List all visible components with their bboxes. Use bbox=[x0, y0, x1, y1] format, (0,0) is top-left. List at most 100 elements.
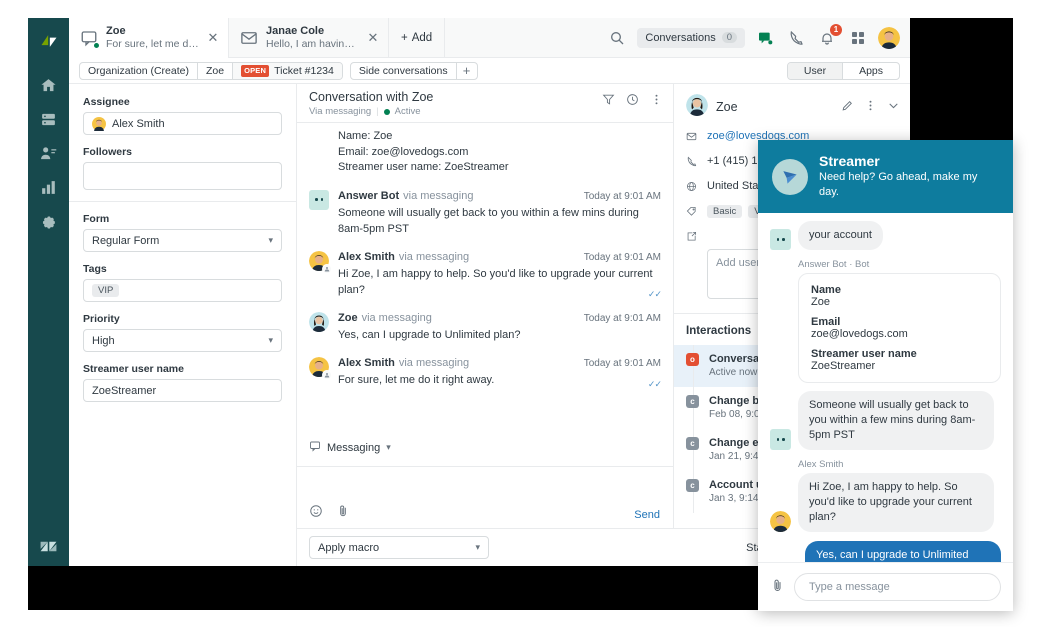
meta-line: Streamer user name: ZoeStreamer bbox=[338, 160, 661, 176]
chevron-down-icon[interactable] bbox=[887, 99, 900, 115]
conversations-pill[interactable]: Conversations 0 bbox=[637, 28, 745, 48]
more-icon[interactable] bbox=[650, 93, 663, 109]
conversation-header: Conversation with Zoe Via messaging | Ac… bbox=[297, 84, 673, 122]
emoji-icon[interactable] bbox=[309, 504, 323, 521]
message-via: via messaging bbox=[362, 312, 432, 324]
priority-label: Priority bbox=[83, 313, 282, 325]
tab-janae-cole[interactable]: Janae Cole Hello, I am having an is... ✕ bbox=[229, 18, 389, 58]
active-status-dot bbox=[384, 109, 390, 115]
avatar bbox=[770, 511, 791, 532]
sidebar-item-home[interactable] bbox=[28, 70, 69, 104]
streamer-username-label: Streamer user name bbox=[83, 363, 282, 375]
paperclip-icon[interactable] bbox=[336, 504, 350, 521]
tab-zoe[interactable]: Zoe For sure, let me do it... ✕ bbox=[69, 18, 229, 58]
streamer-username-value: ZoeStreamer bbox=[92, 385, 156, 397]
message-via: via messaging bbox=[399, 251, 469, 263]
paperclip-icon[interactable] bbox=[770, 578, 785, 596]
streamer-chat-widget: Streamer Need help? Go ahead, make my da… bbox=[758, 140, 1013, 611]
note-icon bbox=[686, 230, 698, 245]
avatar bbox=[309, 312, 329, 332]
avatar[interactable] bbox=[878, 27, 900, 49]
delivered-icon: ✓✓ bbox=[648, 379, 661, 390]
grid-icon[interactable] bbox=[847, 27, 869, 49]
message-author: Zoe bbox=[338, 312, 358, 324]
agent-badge-icon bbox=[322, 264, 332, 274]
followers-field[interactable] bbox=[83, 162, 282, 190]
message-text: For sure, let me do it right away. bbox=[338, 372, 661, 388]
message-author: Alex Smith bbox=[338, 251, 395, 263]
breadcrumb: Organization (Create) Zoe OPEN Ticket #1… bbox=[79, 62, 343, 80]
priority-select[interactable]: High ▾ bbox=[83, 329, 282, 352]
sidebar-item-admin[interactable] bbox=[28, 206, 69, 240]
add-tab-button[interactable]: + Add bbox=[389, 18, 445, 57]
widget-message-text: your account bbox=[798, 221, 883, 250]
chat-interaction-icon: c bbox=[686, 395, 699, 408]
widget-header: Streamer Need help? Go ahead, make my da… bbox=[758, 140, 1013, 213]
tabbar-spacer bbox=[445, 18, 602, 57]
bell-icon[interactable]: 1 bbox=[816, 27, 838, 49]
close-icon[interactable]: ✕ bbox=[206, 31, 220, 45]
send-button[interactable]: Send bbox=[634, 509, 660, 521]
avatar bbox=[92, 117, 106, 131]
status-badge: OPEN bbox=[241, 65, 269, 77]
email-icon bbox=[239, 28, 259, 48]
zendesk-leaf-logo[interactable] bbox=[28, 24, 69, 58]
message-time: Today at 9:01 AM bbox=[584, 358, 661, 369]
add-tab-label: Add bbox=[412, 32, 432, 44]
apply-macro-select[interactable]: Apply macro ▾ bbox=[309, 536, 489, 559]
breadcrumb-ticket[interactable]: OPEN Ticket #1234 bbox=[233, 63, 342, 79]
bot-avatar bbox=[309, 190, 329, 210]
views-icon bbox=[40, 111, 57, 131]
avatar bbox=[309, 251, 329, 271]
plus-icon[interactable]: + bbox=[457, 63, 477, 79]
breadcrumb-ticket-label: Ticket #1234 bbox=[274, 65, 334, 77]
breadcrumb-user[interactable]: Zoe bbox=[198, 63, 233, 79]
messaging-icon bbox=[309, 440, 321, 455]
pencil-icon[interactable] bbox=[841, 99, 854, 115]
channel-selector[interactable]: Messaging ▾ bbox=[309, 440, 391, 455]
assignee-field[interactable]: Alex Smith bbox=[83, 112, 282, 135]
widget-composer: Type a message bbox=[758, 562, 1013, 611]
more-icon[interactable] bbox=[864, 99, 877, 115]
sidebar-item-views[interactable] bbox=[28, 104, 69, 138]
breadcrumb-organization[interactable]: Organization (Create) bbox=[80, 63, 198, 79]
form-select[interactable]: Regular Form ▾ bbox=[83, 229, 282, 252]
delivered-icon: ✓✓ bbox=[648, 289, 661, 300]
chevron-down-icon: ▾ bbox=[268, 335, 273, 346]
streamer-username-field[interactable]: ZoeStreamer bbox=[83, 379, 282, 402]
sidebar-item-reporting[interactable] bbox=[28, 172, 69, 206]
paper-plane-icon bbox=[772, 159, 808, 195]
card-name-label: Name bbox=[811, 284, 988, 296]
card-streamer-label: Streamer user name bbox=[811, 348, 988, 360]
tab-user[interactable]: User bbox=[788, 63, 843, 79]
tags-field[interactable]: VIP bbox=[83, 279, 282, 302]
message-text: Hi Zoe, I am happy to help. So you'd lik… bbox=[338, 266, 661, 298]
tag-icon bbox=[686, 205, 698, 220]
close-icon[interactable]: ✕ bbox=[366, 31, 380, 45]
widget-message-input[interactable]: Type a message bbox=[794, 573, 1001, 601]
ticket-breadcrumb-bar: Organization (Create) Zoe OPEN Ticket #1… bbox=[69, 58, 910, 84]
tag-chip: VIP bbox=[92, 284, 119, 297]
tab-preview: For sure, let me do it... bbox=[106, 38, 199, 51]
tab-preview: Hello, I am having an is... bbox=[266, 38, 359, 51]
bar-chart-icon bbox=[40, 179, 57, 199]
chat-icon[interactable] bbox=[754, 27, 776, 49]
widget-brand: Streamer bbox=[819, 153, 999, 170]
chat-interaction-icon: c bbox=[686, 479, 699, 492]
message-item: Answer Bot via messaging Today at 9:01 A… bbox=[309, 190, 661, 237]
sidebar-item-customers[interactable] bbox=[28, 138, 69, 172]
form-label: Form bbox=[83, 213, 282, 225]
phone-icon bbox=[686, 155, 698, 170]
avatar bbox=[309, 357, 329, 377]
zendesk-z-logo[interactable] bbox=[28, 526, 69, 566]
meta-line: Email: zoe@lovedogs.com bbox=[338, 145, 661, 161]
search-icon[interactable] bbox=[606, 27, 628, 49]
tab-apps[interactable]: Apps bbox=[843, 63, 899, 79]
history-icon[interactable] bbox=[626, 93, 639, 109]
chat-interaction-icon: c bbox=[686, 437, 699, 450]
phone-icon[interactable] bbox=[785, 27, 807, 49]
filter-icon[interactable] bbox=[602, 93, 615, 109]
side-conversations-button[interactable]: Side conversations bbox=[351, 63, 457, 79]
message-list: Name: Zoe Email: zoe@lovedogs.com Stream… bbox=[297, 122, 673, 466]
gear-icon bbox=[40, 213, 57, 233]
